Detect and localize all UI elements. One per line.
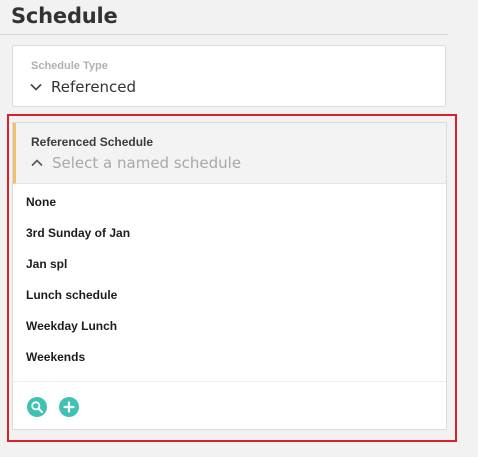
option-3rd-sunday-of-jan[interactable]: 3rd Sunday of Jan	[13, 218, 446, 249]
search-icon	[31, 401, 43, 413]
title-divider	[0, 34, 448, 35]
footer-actions	[27, 397, 79, 417]
referenced-schedule-card: Referenced Schedule Select a named sched…	[12, 122, 447, 430]
schedule-type-label: Schedule Type	[31, 60, 108, 72]
referenced-schedule-label: Referenced Schedule	[31, 135, 154, 149]
schedule-type-select[interactable]: Referenced	[29, 78, 136, 96]
referenced-schedule-header: Referenced Schedule Select a named sched…	[13, 123, 446, 184]
option-weekday-lunch[interactable]: Weekday Lunch	[13, 311, 446, 342]
plus-icon	[63, 401, 75, 413]
schedule-type-card: Schedule Type Referenced	[12, 45, 446, 107]
option-lunch-schedule[interactable]: Lunch schedule	[13, 280, 446, 311]
chevron-up-icon	[31, 159, 43, 167]
referenced-schedule-select[interactable]: Select a named schedule	[30, 154, 241, 172]
search-button[interactable]	[27, 397, 47, 417]
schedule-options-list: None 3rd Sunday of Jan Jan spl Lunch sch…	[13, 187, 446, 373]
schedule-type-value: Referenced	[51, 78, 137, 96]
add-button[interactable]	[59, 397, 79, 417]
option-weekends[interactable]: Weekends	[13, 342, 446, 373]
page-title: Schedule	[11, 4, 118, 28]
chevron-down-icon	[30, 83, 42, 91]
footer-divider	[13, 381, 446, 382]
option-none[interactable]: None	[13, 187, 446, 218]
referenced-schedule-placeholder: Select a named schedule	[52, 154, 242, 172]
option-jan-spl[interactable]: Jan spl	[13, 249, 446, 280]
